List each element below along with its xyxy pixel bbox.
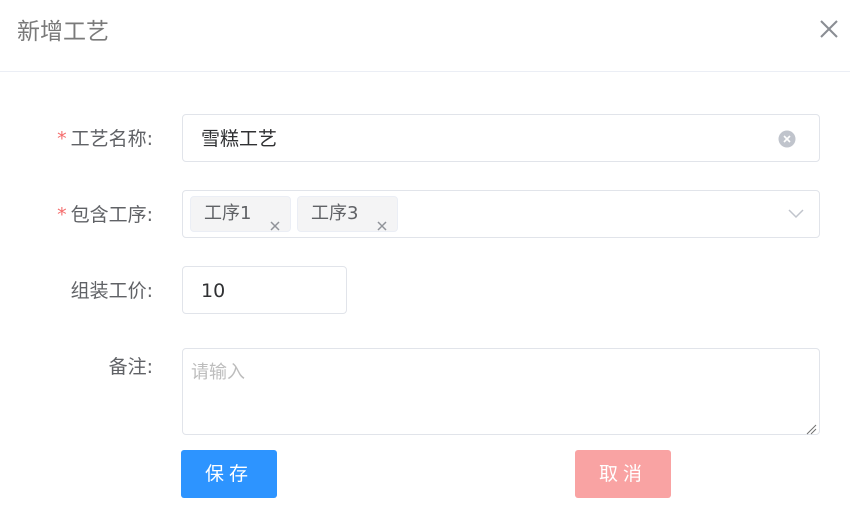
assembly-price-value: 10 [201,280,226,302]
assembly-price-label: 组装工价: [70,280,153,302]
process-name-input[interactable]: 雪糕工艺 [182,114,820,162]
required-asterisk: * [57,128,67,150]
add-process-dialog: 新增工艺 * 工艺名称: 雪糕工艺 * 包含工序: 工序1 工序3 组装工价: … [0,0,850,516]
save-button[interactable]: 保存 [181,450,277,498]
selected-step-tag: 工序1 [190,196,291,232]
clear-icon[interactable] [777,129,797,149]
dialog-header: 新增工艺 [0,0,850,72]
close-icon[interactable] [818,18,840,40]
steps-select[interactable]: 工序1 工序3 [182,190,820,238]
tag-close-icon[interactable] [375,209,389,231]
remark-label: 备注: [108,356,153,378]
chevron-down-icon[interactable] [787,205,805,223]
remark-textarea[interactable]: 请输入 [182,348,820,435]
steps-label: * 包含工序: [57,204,153,226]
process-name-value: 雪糕工艺 [201,128,278,150]
cancel-button[interactable]: 取消 [575,450,671,498]
required-asterisk: * [57,204,67,226]
tag-close-icon[interactable] [268,209,282,231]
resize-handle-icon[interactable] [805,420,817,435]
process-name-label: * 工艺名称: [57,128,153,150]
assembly-price-input[interactable]: 10 [182,266,347,314]
selected-step-tag: 工序3 [297,196,398,232]
remark-placeholder: 请输入 [191,362,245,383]
dialog-title: 新增工艺 [17,19,109,45]
